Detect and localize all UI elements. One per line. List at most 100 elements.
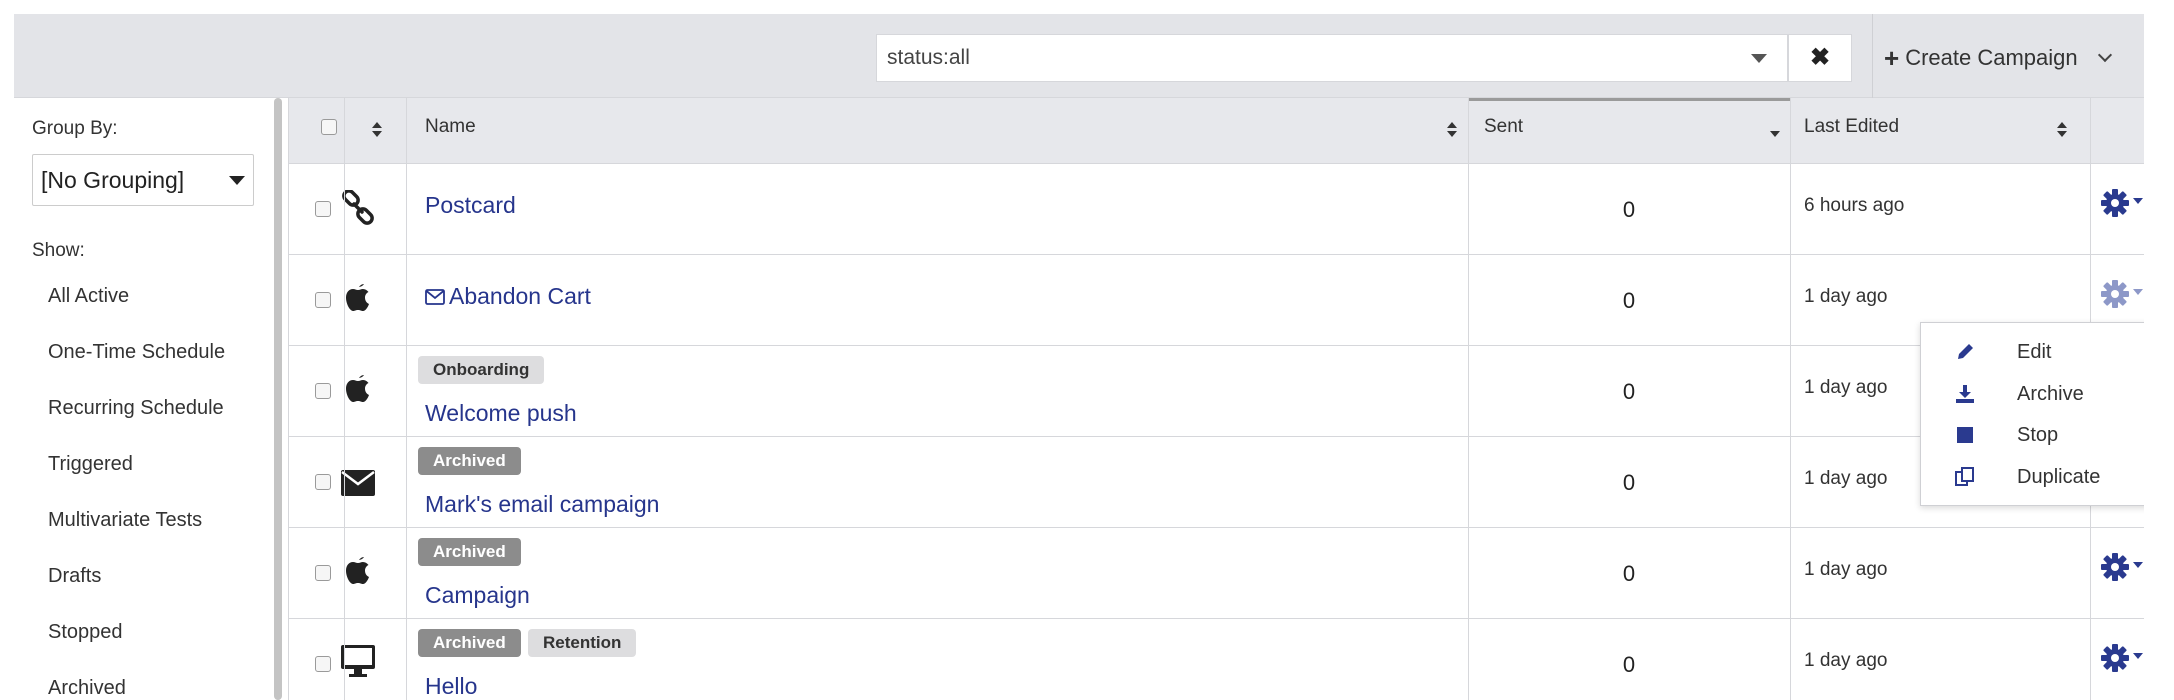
plus-icon: + [1884,43,1900,73]
table-row[interactable]: Abandon Cart 0 1 day ago [288,255,2144,346]
last-edited-value: 1 day ago [1804,650,1888,671]
last-edited-value: 1 day ago [1804,377,1888,398]
sent-value: 0 [1622,379,1636,404]
campaign-name-link[interactable]: Hello [425,673,477,700]
sent-value: 0 [1622,652,1636,677]
apple-icon [346,375,369,402]
menu-item-label: Archive [2017,383,2084,405]
apple-icon [346,557,369,584]
sent-value: 0 [1622,288,1636,313]
sidebar: Group By: [No Grouping] Show: All Active… [14,98,284,700]
row-checkbox[interactable] [315,383,331,399]
table-row[interactable]: Archived Campaign 0 1 day ago [288,528,2144,619]
top-bar: ✖ + Create Campaign [14,14,2144,98]
show-item-drafts[interactable]: Drafts [48,562,225,618]
gear-icon[interactable] [2100,643,2144,673]
archived-badge: Archived [418,538,521,566]
header-name[interactable]: Name [425,98,476,164]
row-checkbox[interactable] [315,474,331,490]
table-row[interactable]: Onboarding Welcome push 0 1 day ago [288,346,2144,437]
menu-item-archive[interactable]: Archive [1921,373,2144,415]
column-divider [406,98,407,700]
menu-item-label: Duplicate [2017,466,2101,488]
tag-badge[interactable]: Retention [528,629,637,657]
create-campaign-label: Create Campaign [1905,45,2078,70]
menu-item-label: Stop [2017,424,2059,446]
column-divider [288,98,289,700]
group-by-select[interactable]: [No Grouping] [32,154,254,206]
show-item-triggered[interactable]: Triggered [48,450,225,506]
show-filter-list: All Active One-Time Schedule Recurring S… [48,282,225,700]
campaign-name-link[interactable]: Abandon Cart [425,283,591,310]
last-edited-value: 6 hours ago [1804,195,1905,216]
column-divider [1468,98,1469,700]
header-sent[interactable]: Sent [1484,98,1523,164]
archived-badge: Archived [418,447,521,475]
show-item-stopped[interactable]: Stopped [48,618,225,674]
row-checkbox[interactable] [315,292,331,308]
desktop-icon [341,645,375,677]
sent-value: 0 [1622,561,1636,586]
gear-icon[interactable] [2100,279,2144,309]
campaigns-app: ✖ + Create Campaign Group By: [No Groupi… [14,14,2144,700]
sent-value: 0 [1622,470,1636,495]
group-by-value: [No Grouping] [41,167,185,193]
last-edited-value: 1 day ago [1804,559,1888,580]
table-row[interactable]: Postcard 0 6 hours ago [288,164,2144,255]
envelope-icon [341,470,375,496]
campaigns-table: Name Sent Last Edited Postcard 0 6 hours… [288,98,2144,700]
toolbar-divider [1872,14,1873,98]
gear-icon[interactable] [2100,552,2144,582]
apple-icon [346,284,369,311]
last-edited-value: 1 day ago [1804,286,1888,307]
row-checkbox[interactable] [315,565,331,581]
download-icon [1956,385,1974,403]
header-last-edited[interactable]: Last Edited [1804,98,1899,164]
show-item-recurring-schedule[interactable]: Recurring Schedule [48,394,225,450]
row-checkbox[interactable] [315,656,331,672]
campaign-name-link[interactable]: Postcard [425,192,516,219]
stop-icon [1957,427,1973,443]
sidebar-scrollbar[interactable] [274,98,282,700]
menu-item-edit[interactable]: Edit [1921,331,2144,373]
show-label: Show: [32,240,85,261]
gear-icon[interactable] [2100,188,2144,218]
table-row[interactable]: Archived Mark's email campaign 0 1 day a… [288,437,2144,528]
select-all-checkbox[interactable] [321,119,337,135]
archived-badge: Archived [418,629,521,657]
sent-value: 0 [1622,197,1636,222]
envelope-outline-icon [425,289,445,305]
menu-item-label: Edit [2017,341,2052,363]
pencil-icon [1958,344,1973,359]
show-item-one-time-schedule[interactable]: One-Time Schedule [48,338,225,394]
campaign-actions-menu: Edit Archive Stop Duplicate [1920,322,2144,506]
close-icon[interactable]: ✖ [1810,44,1830,71]
menu-item-stop[interactable]: Stop [1921,414,2144,456]
tag-badge[interactable]: Onboarding [418,356,545,384]
campaign-name-link[interactable]: Welcome push [425,400,577,427]
row-checkbox[interactable] [315,201,331,217]
show-item-archived[interactable]: Archived [48,674,225,700]
table-header: Name Sent Last Edited [288,98,2144,164]
search-box[interactable] [876,34,1788,82]
clear-search-button[interactable]: ✖ [1788,34,1852,82]
campaign-name-link[interactable]: Mark's email campaign [425,491,659,518]
show-item-all-active[interactable]: All Active [48,282,225,338]
caret-down-icon [229,176,245,185]
caret-down-icon[interactable] [1751,54,1767,63]
sent-sort-desc-icon[interactable] [1770,131,1780,137]
column-divider [1790,98,1791,700]
chevron-down-icon[interactable] [2097,47,2112,63]
group-by-label: Group By: [32,118,118,139]
table-row[interactable]: Archived Retention Hello 0 1 day ago [288,619,2144,700]
search-input[interactable] [877,35,1747,81]
show-item-multivariate-tests[interactable]: Multivariate Tests [48,506,225,562]
create-campaign-button[interactable]: + Create Campaign [1884,36,2112,80]
column-divider [344,98,345,700]
copy-icon [1955,467,1974,486]
campaign-name-link[interactable]: Campaign [425,582,530,609]
menu-item-duplicate[interactable]: Duplicate [1921,456,2144,498]
last-edited-value: 1 day ago [1804,468,1888,489]
link-icon [342,190,374,225]
campaign-name-text: Abandon Cart [449,283,591,309]
